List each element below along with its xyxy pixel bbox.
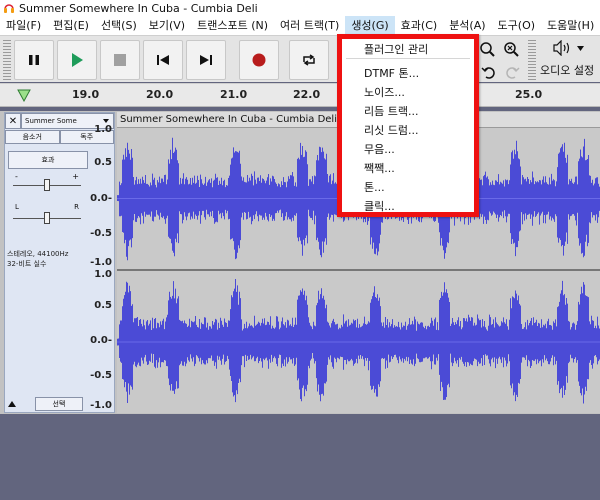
transport-toolbar	[0, 35, 600, 82]
audacity-logo-icon	[4, 4, 14, 13]
menu-file[interactable]: 파일(F)	[0, 16, 47, 35]
pause-icon	[29, 55, 39, 65]
pan-slider-thumb[interactable]	[44, 212, 50, 224]
pan-right-label: R	[74, 203, 79, 211]
amplitude-label: -1.0	[90, 400, 112, 411]
undo-button[interactable]	[478, 62, 500, 82]
zoom-out-button[interactable]	[500, 39, 522, 59]
play-icon	[72, 53, 83, 67]
select-track-button[interactable]: 선택	[35, 397, 83, 411]
ruler-tick: 21.0	[220, 88, 248, 101]
speaker-icon	[553, 40, 570, 56]
amplitude-label: 0.0-	[90, 193, 112, 204]
menu-select[interactable]: 선택(S)	[95, 16, 143, 35]
menu-item-rhythm-track[interactable]: 리듬 트랙...	[364, 103, 418, 119]
ruler-tick: 19.0	[72, 88, 100, 101]
menu-help[interactable]: 도움말(H)	[541, 16, 600, 35]
menu-item-risset-drum[interactable]: 리싯 드럼...	[364, 122, 418, 138]
skip-to-end-icon	[200, 55, 212, 65]
gain-slider-thumb[interactable]	[44, 179, 50, 191]
amplitude-label: -0.5	[90, 228, 112, 239]
zoom-in-icon	[480, 42, 495, 57]
menu-separator	[346, 58, 470, 59]
ruler-tick: 25.0	[515, 88, 543, 101]
undo-icon	[481, 67, 495, 79]
audio-settings-label: 오디오 설정	[540, 64, 595, 77]
mute-button[interactable]: 음소거	[5, 130, 60, 144]
menu-generate[interactable]: 생성(G)	[345, 16, 395, 35]
amplitude-label: 0.5	[94, 300, 112, 311]
record-button[interactable]	[239, 40, 279, 80]
menu-item-click[interactable]: 클릭...	[364, 198, 395, 214]
amplitude-label: 0.5	[94, 157, 112, 168]
timeline-ruler[interactable]: 19.0 20.0 21.0 22.0 25.0	[0, 83, 600, 107]
toolbar-grip[interactable]	[3, 40, 11, 80]
collapse-arrow-icon	[8, 401, 16, 407]
amplitude-label: -0.5	[90, 370, 112, 381]
amplitude-label: 1.0	[94, 269, 112, 280]
audio-settings-button[interactable]: 오디오 설정	[534, 38, 598, 80]
stop-button[interactable]	[100, 40, 140, 80]
menu-item-chirp[interactable]: 짹짹...	[364, 160, 395, 176]
ruler-tick: 20.0	[146, 88, 174, 101]
play-head-marker-icon[interactable]	[17, 89, 31, 102]
skip-to-start-icon	[157, 55, 169, 65]
dropdown-arrow-icon	[577, 46, 584, 51]
window-title: Summer Somewhere In Cuba - Cumbia Deli	[19, 1, 258, 15]
collapse-track-button[interactable]	[5, 397, 19, 411]
loop-button[interactable]	[289, 40, 329, 80]
waveform-right-channel[interactable]	[117, 271, 600, 413]
menu-tools[interactable]: 도구(O)	[492, 16, 541, 35]
amplitude-label: 0.0-	[90, 335, 112, 346]
loop-icon	[303, 54, 315, 66]
menu-item-plugin-manager[interactable]: 플러그인 관리	[364, 41, 428, 57]
menu-analyze[interactable]: 분석(A)	[443, 16, 491, 35]
menu-bar: 파일(F) 편집(E) 선택(S) 보기(V) 트랜스포트 (N) 여러 트랙(…	[0, 16, 600, 35]
menu-item-dtmf-tones[interactable]: DTMF 톤...	[364, 65, 419, 81]
vertical-ruler: 1.0 0.5 0.0- -0.5 -1.0 1.0 0.5 0.0- -0.5…	[86, 112, 116, 413]
close-icon: ✕	[8, 115, 18, 127]
generate-menu: 플러그인 관리 DTMF 톤... 노이즈... 리듬 트랙... 리싯 드럼.…	[337, 34, 479, 217]
menu-item-silence[interactable]: 무음...	[364, 141, 395, 157]
pause-button[interactable]	[14, 40, 54, 80]
menu-transport[interactable]: 트랜스포트 (N)	[191, 16, 274, 35]
amplitude-label: 1.0	[94, 124, 112, 135]
pan-slider[interactable]: L R	[13, 203, 81, 229]
gain-plus-label: +	[72, 172, 79, 181]
title-bar: Summer Somewhere In Cuba - Cumbia Deli	[0, 0, 600, 16]
menu-item-tone[interactable]: 톤...	[364, 179, 385, 195]
track-name-label: Summer Some	[25, 117, 77, 125]
stop-icon	[114, 54, 126, 66]
menu-effect[interactable]: 효과(C)	[395, 16, 444, 35]
menu-item-noise[interactable]: 노이즈...	[364, 84, 405, 100]
record-icon	[252, 53, 266, 67]
pan-left-label: L	[15, 203, 19, 211]
redo-button[interactable]	[501, 62, 523, 82]
skip-to-start-button[interactable]	[143, 40, 183, 80]
close-track-button[interactable]: ✕	[5, 113, 21, 129]
menu-view[interactable]: 보기(V)	[143, 16, 191, 35]
redo-icon	[506, 67, 520, 79]
zoom-in-button[interactable]	[476, 39, 498, 59]
menu-edit[interactable]: 편집(E)	[47, 16, 95, 35]
amplitude-label: -1.0	[90, 257, 112, 268]
gain-slider[interactable]: - +	[13, 172, 81, 194]
gain-minus-label: -	[15, 172, 18, 181]
skip-to-end-button[interactable]	[186, 40, 226, 80]
play-button[interactable]	[57, 40, 97, 80]
zoom-fit-icon	[504, 42, 519, 57]
ruler-tick: 22.0	[293, 88, 321, 101]
effects-button[interactable]: 효과	[8, 151, 88, 169]
menu-tracks[interactable]: 여러 트랙(T)	[274, 16, 345, 35]
